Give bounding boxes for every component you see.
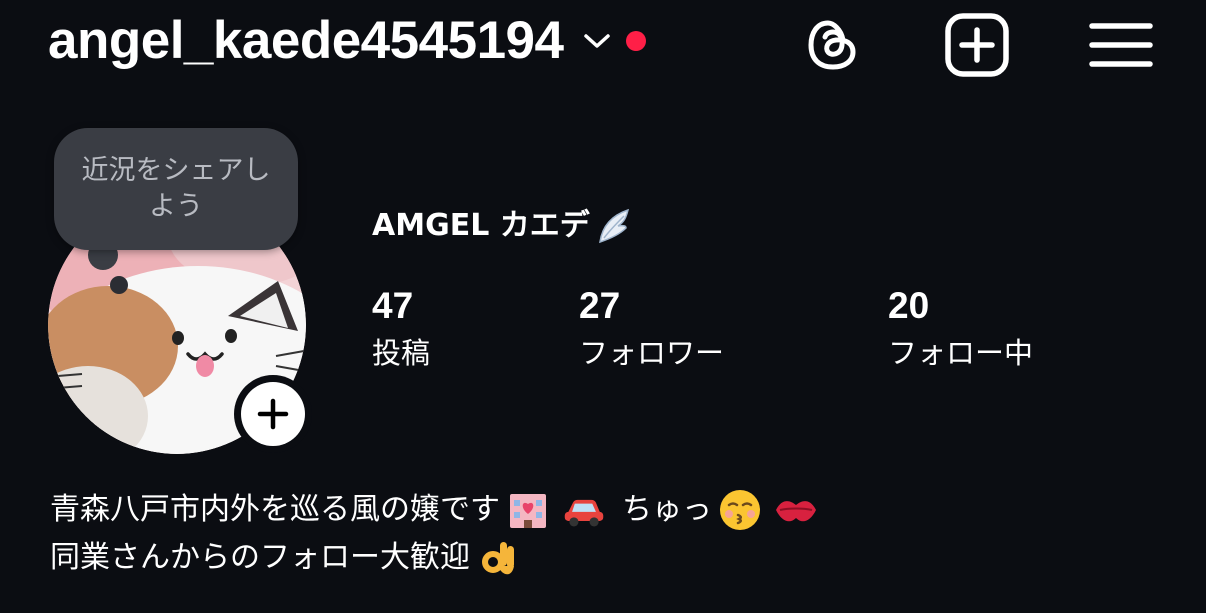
- followers-count: 27: [579, 285, 621, 326]
- threads-icon[interactable]: [800, 12, 866, 78]
- kiss-mark-emoji: [774, 488, 818, 532]
- bio-text-1-extra: ちゅっ: [622, 492, 712, 527]
- following-count: 20: [888, 285, 930, 326]
- profile-header: angel_kaede4545194: [0, 0, 1206, 90]
- profile-page: angel_kaede4545194 近況をシェアしよう AMGEL カエデ 4…: [0, 0, 1206, 613]
- note-bubble[interactable]: 近況をシェアしよう: [54, 128, 298, 250]
- display-name-text: AMGEL カエデ: [372, 208, 590, 243]
- bio-text-1: 青森八戸市内外を巡る風の嬢です: [50, 492, 500, 527]
- bio-line-1: 青森八戸市内外を巡る風の嬢です ちゅっ: [50, 486, 818, 534]
- note-tail-dot: [110, 276, 128, 294]
- car-emoji: [562, 488, 606, 532]
- plus-icon: [241, 382, 305, 446]
- bio-line-2: 同業さんからのフォロー大歓迎: [50, 534, 818, 582]
- notification-dot: [625, 31, 646, 51]
- bio-text-2: 同業さんからのフォロー大歓迎: [50, 540, 470, 575]
- wing-emoji: [594, 204, 634, 248]
- love-hotel-emoji: [506, 488, 550, 532]
- note-text: 近況をシェアしよう: [81, 155, 271, 222]
- display-name: AMGEL カエデ: [372, 204, 634, 248]
- add-story-button[interactable]: [234, 375, 312, 453]
- posts-count: 47: [372, 285, 414, 326]
- chevron-down-icon: [582, 26, 612, 56]
- bio: 青森八戸市内外を巡る風の嬢です ちゅっ 同業さんからのフォロー大歓迎: [50, 486, 818, 582]
- create-post-icon[interactable]: [944, 12, 1010, 78]
- followers-stat[interactable]: 27 フォロワー: [579, 284, 724, 374]
- username: angel_kaede4545194: [48, 11, 564, 70]
- following-label: フォロー中: [888, 336, 1034, 370]
- following-stat[interactable]: 20 フォロー中: [888, 284, 1033, 374]
- kissing-face-emoji: [718, 488, 762, 532]
- followers-label: フォロワー: [579, 336, 725, 370]
- account-switcher[interactable]: angel_kaede4545194: [48, 10, 646, 72]
- posts-label: 投稿: [372, 336, 431, 370]
- posts-stat[interactable]: 47 投稿: [372, 284, 430, 374]
- ok-hand-emoji: [476, 536, 520, 580]
- menu-icon[interactable]: [1088, 12, 1154, 78]
